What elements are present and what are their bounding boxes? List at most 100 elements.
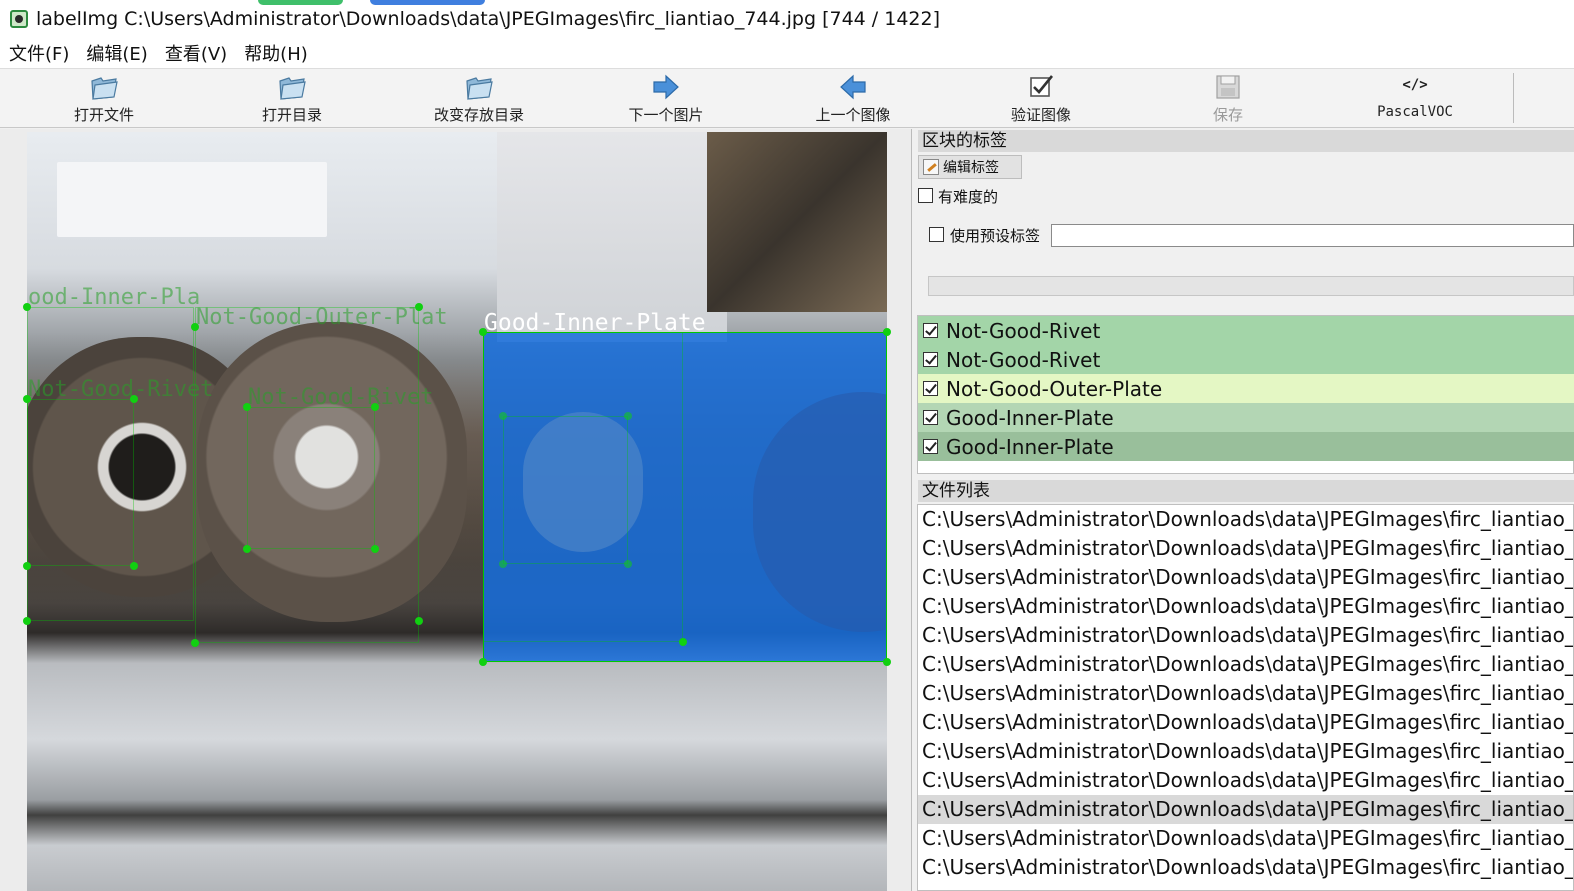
arrow-right-icon [653,74,679,100]
toolbar: 打开文件 打开目录 改变存放目录 下一个图片 上一个图像 验证图像 保存 </>… [0,68,1574,128]
verify-image-button[interactable]: 验证图像 [981,69,1101,129]
use-default-label-checkbox[interactable] [929,227,944,242]
bbox-handle[interactable] [499,560,507,568]
bbox-handle[interactable] [883,328,891,336]
photo-background [707,132,887,312]
label-item-text: Good-Inner-Plate [946,405,1114,430]
file-list-item[interactable]: C:\Users\Administrator\Downloads\data\JP… [918,505,1573,534]
file-list-item[interactable]: C:\Users\Administrator\Downloads\data\JP… [918,737,1573,766]
menu-file[interactable]: 文件(F) [9,40,69,66]
edit-label-text: 编辑标签 [943,160,999,176]
label-item-checkbox[interactable] [923,381,938,396]
image-canvas[interactable]: ood-Inner-Pla Not-Good-Outer-Plat Not-Go… [0,129,912,891]
file-list-item[interactable]: C:\Users\Administrator\Downloads\data\JP… [918,592,1573,621]
bbox-handle[interactable] [479,658,487,666]
label-item-text: Good-Inner-Plate [946,434,1114,459]
file-list: C:\Users\Administrator\Downloads\data\JP… [917,504,1574,891]
folder-icon [466,77,493,100]
bbox-handle[interactable] [191,639,199,647]
save-disk-icon [1216,75,1240,99]
toolbar-separator [1513,73,1514,123]
file-list-item[interactable]: C:\Users\Administrator\Downloads\data\JP… [918,621,1573,650]
default-label-input[interactable] [1051,224,1574,247]
bbox-handle[interactable] [679,638,687,646]
bbox-label-good-inner-plate: ood-Inner-Pla [28,285,201,310]
bbox-label-not-good-outer-plate: Not-Good-Outer-Plat [196,305,448,330]
label-item-checkbox[interactable] [923,439,938,454]
menu-help[interactable]: 帮助(H) [244,40,308,66]
next-image-button[interactable]: 下一个图片 [606,69,726,129]
open-file-button[interactable]: 打开文件 [44,69,164,129]
label-item-text: Not-Good-Outer-Plate [946,376,1163,401]
bbox-not-good-rivet[interactable] [27,399,134,566]
window-title: labelImg C:\Users\Administrator\Download… [36,8,941,30]
code-icon: </> [1402,77,1428,93]
file-list-item[interactable]: C:\Users\Administrator\Downloads\data\JP… [918,766,1573,795]
side-panel: 区块的标签 编辑标签 有难度的 使用预设标签 Not-Good-Rivet No… [913,129,1574,891]
file-list-item[interactable]: C:\Users\Administrator\Downloads\data\JP… [918,708,1573,737]
checkbox-verify-icon [1030,75,1054,97]
change-save-dir-label: 改变存放目录 [433,106,524,124]
open-file-label: 打开文件 [73,106,134,124]
bbox-handle[interactable] [23,562,31,570]
folder-open-icon [91,77,118,100]
label-item[interactable]: Not-Good-Rivet [918,345,1574,374]
bbox-handle[interactable] [499,412,507,420]
save-button[interactable]: 保存 [1168,69,1288,129]
change-save-dir-button[interactable]: 改变存放目录 [419,69,539,129]
bbox-handle[interactable] [243,545,251,553]
bbox-handle[interactable] [883,658,891,666]
next-image-label: 下一个图片 [628,106,704,124]
bbox-not-good-rivet[interactable] [247,407,375,549]
bbox-handle[interactable] [415,617,423,625]
bbox-handle[interactable] [624,560,632,568]
bbox-handle[interactable] [624,412,632,420]
label-item[interactable]: Not-Good-Rivet [918,316,1574,345]
label-combo-box[interactable] [928,276,1574,296]
label-item-checkbox[interactable] [923,352,938,367]
label-item[interactable]: Good-Inner-Plate [918,432,1574,461]
format-label: PascalVOC [1377,104,1453,120]
label-list: Not-Good-Rivet Not-Good-Rivet Not-Good-O… [917,315,1574,474]
label-item-text: Not-Good-Rivet [946,347,1101,372]
title-decoration [370,0,485,5]
label-item[interactable]: Good-Inner-Plate [918,403,1574,432]
file-list-title: 文件列表 [918,480,1574,502]
label-item-text: Not-Good-Rivet [946,318,1101,343]
label-item[interactable]: Not-Good-Outer-Plate [918,374,1574,403]
menu-bar: 文件(F) 编辑(E) 查看(V) 帮助(H) [0,38,1574,68]
difficult-label: 有难度的 [938,188,999,206]
file-list-item[interactable]: C:\Users\Administrator\Downloads\data\JP… [918,534,1573,563]
use-default-label-label: 使用预设标签 [950,227,1041,245]
difficult-checkbox[interactable] [918,188,933,203]
file-list-item[interactable]: C:\Users\Administrator\Downloads\data\JP… [918,563,1573,592]
bbox-handle[interactable] [23,617,31,625]
title-decoration [258,0,343,5]
file-list-item[interactable]: C:\Users\Administrator\Downloads\data\JP… [918,795,1573,824]
photo-background [57,162,327,237]
open-dir-button[interactable]: 打开目录 [232,69,352,129]
prev-image-button[interactable]: 上一个图像 [793,69,913,129]
file-list-item[interactable]: C:\Users\Administrator\Downloads\data\JP… [918,824,1573,853]
edit-label-button[interactable]: 编辑标签 [918,155,1022,179]
label-item-checkbox[interactable] [923,323,938,338]
save-label: 保存 [1212,106,1243,124]
format-toggle-button[interactable]: </> PascalVOC [1355,69,1475,129]
bbox-label-good-inner-plate-selected: Good-Inner-Plate [484,310,706,336]
open-dir-label: 打开目录 [261,106,322,124]
verify-image-label: 验证图像 [1010,106,1071,124]
label-item-checkbox[interactable] [923,410,938,425]
menu-view[interactable]: 查看(V) [165,40,227,66]
bbox-handle[interactable] [130,562,138,570]
file-list-item[interactable]: C:\Users\Administrator\Downloads\data\JP… [918,679,1573,708]
bbox-handle[interactable] [371,545,379,553]
bbox-good-inner-plate-selected[interactable] [483,332,887,662]
title-bar: labelImg C:\Users\Administrator\Download… [0,0,1574,38]
file-list-item[interactable]: C:\Users\Administrator\Downloads\data\JP… [918,853,1573,882]
box-labels-title: 区块的标签 [918,130,1574,152]
menu-edit[interactable]: 编辑(E) [86,40,147,66]
file-list-item[interactable]: C:\Users\Administrator\Downloads\data\JP… [918,650,1573,679]
prev-image-label: 上一个图像 [815,106,891,124]
arrow-left-icon [840,74,866,100]
edit-pencil-icon [923,159,939,175]
